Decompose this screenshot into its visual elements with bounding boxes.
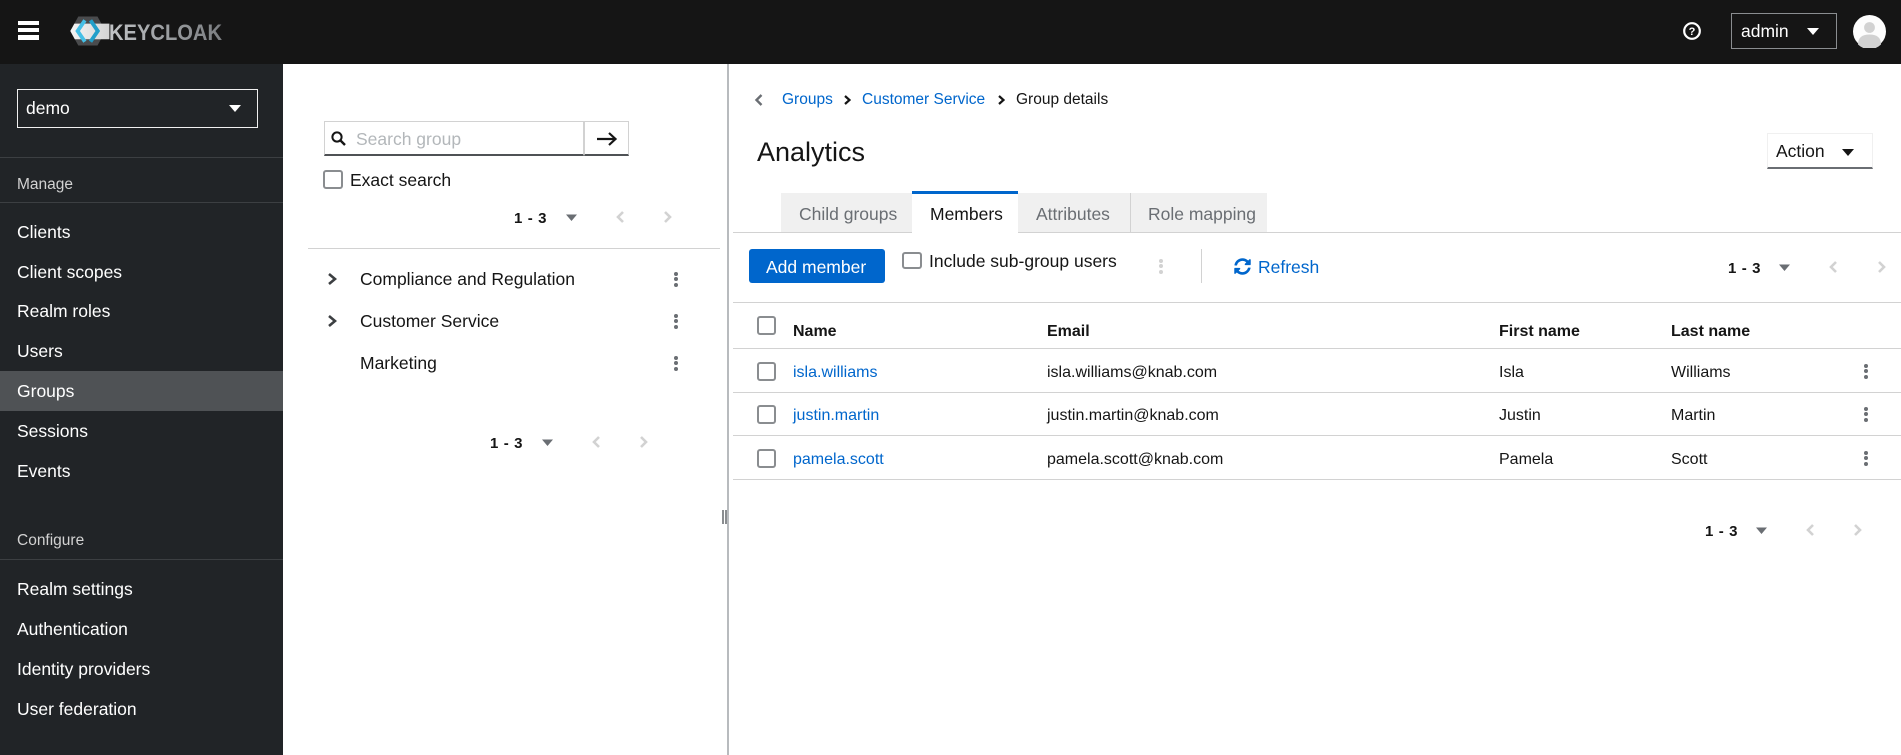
svg-text:KEYCLOAK: KEYCLOAK [109, 20, 223, 45]
svg-text:?: ? [1689, 26, 1696, 38]
